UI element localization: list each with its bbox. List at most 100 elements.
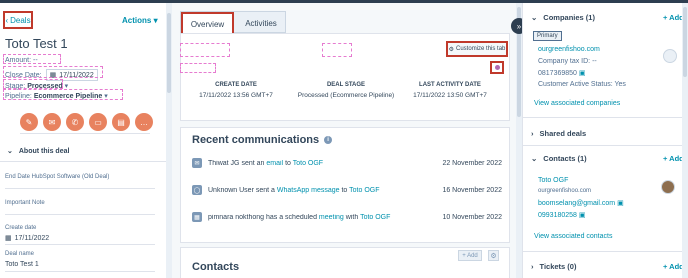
field-underline (5, 244, 155, 245)
comm-date: 16 November 2022 (442, 186, 502, 194)
selection-outline (3, 54, 61, 64)
record-title[interactable]: Toto Test 1 (5, 36, 68, 51)
add-ticket-link[interactable]: + Add (663, 262, 684, 271)
avatar (661, 180, 675, 194)
section-title: Contacts (1) (543, 154, 587, 163)
add-contact-link[interactable]: + Add (663, 154, 684, 163)
create-date-field[interactable]: ▦ 17/11/2022 (5, 234, 49, 243)
list-item[interactable]: ◯ Unknown User sent a WhatsApp message t… (192, 182, 502, 198)
contact-email[interactable]: boomselang@gmail.com ▣ (538, 199, 624, 207)
note-icon[interactable]: ✎ (20, 113, 38, 131)
communication-text: Thiwat JG sent an email to Toto OGF (208, 160, 438, 167)
left-sidebar: ‹ Deals Actions ▾ Toto Test 1 Amount: --… (0, 3, 172, 278)
comm-mid: with (345, 213, 359, 221)
column-value: 17/11/2022 13:56 GMT+7 (199, 92, 273, 99)
contacts-section-header[interactable]: ⌄ Contacts (1) (531, 154, 587, 163)
crm-record-page: ‹ Deals Actions ▾ Toto Test 1 Amount: --… (0, 0, 688, 278)
scrollbar-thumb[interactable] (167, 13, 171, 93)
view-companies-link[interactable]: View associated companies (534, 100, 620, 107)
comm-type-link[interactable]: WhatsApp message (277, 187, 340, 194)
comm-mid: to (285, 159, 291, 167)
actions-dropdown[interactable]: Actions ▾ (122, 16, 158, 25)
add-contact-button[interactable]: + Add (458, 250, 482, 261)
customize-tab-button[interactable]: ⚙ Customize this tab (446, 41, 508, 57)
selection-outline (3, 66, 103, 78)
divider (523, 117, 688, 118)
contact-link[interactable]: Toto OGF (349, 187, 379, 194)
section-title: Companies (1) (543, 13, 595, 22)
phone-value: 0817369850 (538, 70, 577, 77)
companies-section-header[interactable]: ⌄ Companies (1) (531, 13, 595, 22)
quick-action-row: ✎ ✉ ✆ ▭ ▤ … (20, 113, 153, 131)
section-title: Recent communications (192, 134, 320, 146)
chevron-down-icon: ⌄ (7, 148, 13, 155)
copy-icon[interactable]: ▣ (579, 212, 586, 219)
selection-outline (322, 43, 352, 57)
right-sidebar: ⌄ Companies (1) + Add Primary ourgreenfi… (522, 3, 688, 278)
contact-name-link[interactable]: Toto OGF (538, 177, 568, 184)
field-label: Deal name (5, 251, 35, 257)
divider (523, 251, 688, 252)
phone-value: 0993180258 (538, 212, 577, 219)
add-company-link[interactable]: + Add (663, 13, 684, 22)
task-icon[interactable]: ▭ (89, 113, 107, 131)
contacts-title: Contacts (192, 261, 240, 273)
field-underline (5, 188, 155, 189)
tickets-section-header[interactable]: › Tickets (0) (531, 262, 576, 271)
scrollbar-thumb[interactable] (683, 7, 687, 77)
calendar-icon: ▦ (192, 212, 202, 222)
contact-phone[interactable]: 0993180258 ▣ (538, 211, 586, 219)
column-value: Processed (Ecommerce Pipeline) (297, 92, 395, 99)
meeting-icon[interactable]: ▤ (112, 113, 130, 131)
more-icon[interactable]: … (135, 113, 153, 131)
comm-prefix: Unknown User sent a (208, 186, 275, 194)
communication-text: pimnara nokthong has a scheduled meeting… (208, 214, 438, 221)
about-section-header[interactable]: ⌄ About this deal (7, 147, 69, 156)
back-to-deals-link[interactable]: ‹ Deals (3, 11, 33, 29)
comm-date: 10 November 2022 (442, 213, 502, 221)
email-value: boomselang@gmail.com (538, 200, 616, 207)
section-title: Shared deals (539, 129, 587, 138)
call-icon[interactable]: ✆ (66, 113, 84, 131)
company-logo (663, 49, 677, 63)
view-contacts-link[interactable]: View associated contacts (534, 233, 612, 240)
comm-type-link[interactable]: email (266, 160, 283, 167)
whatsapp-icon: ◯ (192, 185, 202, 195)
actions-label: Actions (122, 16, 152, 25)
email-icon[interactable]: ✉ (43, 113, 61, 131)
card-settings-button[interactable] (490, 61, 504, 74)
right-scrollbar[interactable] (682, 3, 688, 278)
company-phone: 0817369850 ▣ (538, 69, 586, 77)
field-label: Create date (5, 225, 37, 231)
tab-activities[interactable]: Activities (237, 12, 285, 34)
list-item[interactable]: ▦ pimnara nokthong has a scheduled meeti… (192, 209, 502, 225)
field-label: End Date HubSpot Software (Old Deal) (5, 174, 110, 180)
main-content: Overview Activities ⚙ Customize this tab… (172, 3, 522, 278)
column-header: DEAL STAGE (326, 82, 366, 88)
recent-communications-title: Recent communications i (192, 134, 333, 146)
company-domain-link[interactable]: ourgreenfishoo.com (538, 46, 600, 53)
comm-prefix: pimnara nokthong has a scheduled (208, 213, 317, 221)
column-header: LAST ACTIVITY DATE (419, 82, 481, 88)
customize-label: Customize this tab (456, 46, 506, 52)
selection-outline (180, 63, 216, 73)
communication-text: Unknown User sent a WhatsApp message to … (208, 187, 438, 194)
gear-icon[interactable]: ⚙ (488, 250, 499, 261)
copy-icon[interactable]: ▣ (617, 200, 624, 207)
primary-badge: Primary (533, 31, 562, 41)
contact-link[interactable]: Toto OGF (360, 214, 390, 221)
chevron-left-icon: ‹ (5, 15, 9, 25)
email-icon: ✉ (192, 158, 202, 168)
comm-date: 22 November 2022 (442, 159, 502, 167)
contact-link[interactable]: Toto OGF (293, 160, 323, 167)
back-label: Deals (10, 15, 31, 25)
deal-name-field[interactable]: Toto Test 1 (5, 261, 39, 268)
info-icon[interactable]: i (324, 136, 333, 144)
settings-dot-icon (494, 65, 500, 70)
selection-outline (180, 43, 230, 57)
shared-deals-header[interactable]: › Shared deals (531, 129, 586, 138)
comm-type-link[interactable]: meeting (319, 214, 344, 221)
field-underline (5, 214, 155, 215)
list-item[interactable]: ✉ Thiwat JG sent an email to Toto OGF 22… (192, 155, 502, 171)
copy-icon[interactable]: ▣ (579, 70, 586, 77)
